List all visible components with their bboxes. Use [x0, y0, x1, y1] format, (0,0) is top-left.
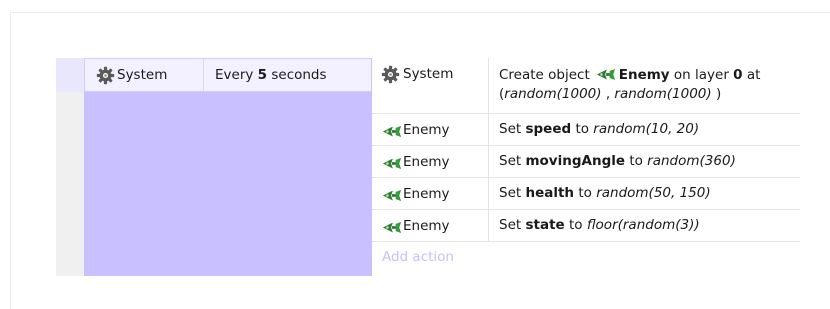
action-text-line-2: (random(1000) , random(1000) )	[499, 86, 721, 102]
action-variable-name: health	[525, 185, 575, 201]
action-set-health[interactable]: Enemy Set health to random(50, 150)	[372, 178, 800, 210]
action-create-prefix: Create object	[499, 67, 590, 83]
action-object-label: Enemy	[403, 122, 450, 138]
action-expression: random(360)	[647, 153, 736, 169]
action-object-label: Enemy	[403, 154, 450, 170]
condition-interval-value: 5	[257, 67, 268, 83]
action-set-state[interactable]: Enemy Set state to floor(random(3))	[372, 210, 800, 242]
action-set-moving-angle[interactable]: Enemy Set movingAngle to random(360)	[372, 146, 800, 178]
action-to-text: to	[574, 185, 597, 201]
action-object-label: System	[403, 66, 454, 82]
action-text: Set state to floor(random(3))	[499, 217, 700, 233]
action-verb: Set	[499, 217, 526, 233]
layout-frame-top-border	[10, 12, 830, 13]
layout-frame-left-border	[10, 12, 11, 309]
action-to-text: to	[625, 153, 648, 169]
condition-text-suffix: seconds	[267, 67, 327, 83]
condition-object-cell[interactable]: System	[85, 59, 201, 91]
action-object-cell[interactable]: Enemy	[372, 114, 488, 145]
action-expression: floor(random(3))	[586, 217, 700, 233]
action-create-y-expression: random(1000)	[614, 86, 712, 102]
enemy-sprite-icon	[382, 221, 402, 234]
action-text: Set movingAngle to random(360)	[499, 153, 736, 169]
condition-text-prefix: Every	[215, 67, 258, 83]
action-variable-name: movingAngle	[525, 153, 626, 169]
condition-object-label: System	[117, 67, 168, 83]
gear-icon	[381, 65, 400, 84]
action-verb: Set	[499, 153, 526, 169]
paren-close: )	[711, 86, 722, 102]
action-verb: Set	[499, 121, 526, 137]
action-text-cell[interactable]: Create object Enemy on layer 0 at (random…	[488, 58, 801, 113]
enemy-sprite-icon	[596, 68, 616, 81]
action-verb: Set	[499, 185, 526, 201]
action-create-object[interactable]: System Create object Enemy on layer 0 at …	[372, 58, 800, 114]
event-margin-selected	[56, 58, 84, 92]
action-create-x-expression: random(1000)	[504, 86, 602, 102]
event-block[interactable]: System Every 5 seconds System Create obj…	[56, 58, 800, 276]
action-object-cell[interactable]: Enemy	[372, 178, 488, 209]
enemy-sprite-icon	[382, 157, 402, 170]
condition-every-x-seconds[interactable]: System Every 5 seconds	[84, 58, 371, 92]
action-text: Set speed to random(10, 20)	[499, 121, 699, 137]
enemy-sprite-icon	[382, 125, 402, 138]
action-text-cell[interactable]: Set state to floor(random(3))	[488, 210, 801, 241]
action-text-cell[interactable]: Set speed to random(10, 20)	[488, 114, 801, 145]
enemy-sprite-icon	[382, 189, 402, 202]
action-object-label: Enemy	[403, 218, 450, 234]
action-create-object-name: Enemy	[618, 67, 670, 83]
action-variable-name: speed	[525, 121, 572, 137]
action-expression: random(10, 20)	[593, 121, 700, 137]
action-object-label: Enemy	[403, 186, 450, 202]
actions-panel[interactable]: System Create object Enemy on layer 0 at …	[372, 58, 800, 276]
action-text-cell[interactable]: Set movingAngle to random(360)	[488, 146, 801, 177]
action-create-layer-text: on layer	[669, 67, 734, 83]
action-object-cell[interactable]: Enemy	[372, 210, 488, 241]
action-to-text: to	[571, 121, 594, 137]
action-text-cell[interactable]: Set health to random(50, 150)	[488, 178, 801, 209]
action-text-line-1: Create object Enemy on layer 0 at	[499, 67, 760, 83]
gear-icon	[96, 66, 115, 85]
action-object-cell[interactable]: Enemy	[372, 146, 488, 177]
action-create-layer-value: 0	[733, 67, 743, 83]
arg-separator: ,	[601, 86, 615, 102]
condition-text-cell[interactable]: Every 5 seconds	[203, 59, 372, 91]
add-action-link[interactable]: Add action	[382, 249, 454, 265]
action-variable-name: state	[525, 217, 565, 233]
action-to-text: to	[564, 217, 587, 233]
condition-text: Every 5 seconds	[215, 67, 327, 83]
action-create-at-text: at	[742, 67, 761, 83]
action-expression: random(50, 150)	[596, 185, 711, 201]
action-object-cell[interactable]: System	[372, 58, 488, 113]
action-set-speed[interactable]: Enemy Set speed to random(10, 20)	[372, 114, 800, 146]
action-text: Set health to random(50, 150)	[499, 185, 711, 201]
